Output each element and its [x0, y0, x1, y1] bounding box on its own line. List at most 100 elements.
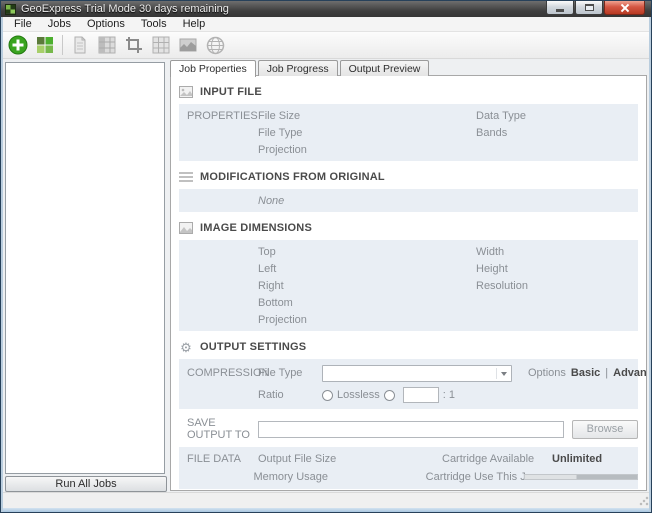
field-label: File Type: [258, 367, 322, 379]
lossless-radio[interactable]: [322, 390, 333, 401]
basic-options-link[interactable]: Basic: [571, 367, 600, 379]
content-area: Job Properties Job Progress Output Previ…: [170, 60, 647, 492]
file-type-select[interactable]: [322, 365, 512, 382]
output-path-input[interactable]: [258, 421, 564, 438]
property-row: None: [179, 192, 638, 209]
modifications-value: None: [258, 195, 476, 207]
layers-icon: [98, 36, 116, 54]
property-row: File Type Bands: [179, 124, 638, 141]
window-title: GeoExpress Trial Mode 30 days remaining: [21, 3, 229, 15]
chevron-down-icon: [501, 372, 507, 376]
property-row: PROPERTIES File Size Data Type: [179, 107, 638, 124]
field-label: Memory Usage: [253, 471, 425, 483]
image-icon: [179, 36, 197, 54]
resize-grip[interactable]: [639, 496, 649, 506]
modifications-list-icon: [179, 171, 193, 184]
minimize-icon: [556, 9, 564, 12]
field-label: Left: [258, 263, 476, 275]
crop-button[interactable]: [122, 33, 146, 57]
add-job-icon: [8, 35, 28, 55]
field-label: Top: [258, 246, 476, 258]
field-label: Cartridge Available: [442, 453, 538, 465]
toolbar-separator: [62, 35, 63, 55]
property-row: Projection: [179, 141, 638, 158]
field-label: Width: [476, 246, 638, 258]
maximize-icon: [585, 4, 594, 11]
ratio-controls: Lossless : 1: [322, 387, 638, 403]
window-right-edge: [649, 17, 651, 512]
field-label: Height: [476, 263, 638, 275]
group-label: FILE DATA: [179, 453, 258, 465]
menu-help[interactable]: Help: [175, 17, 214, 32]
output-settings-header: ⚙ OUTPUT SETTINGS: [179, 339, 638, 355]
field-label: Cartridge Use This J: [426, 471, 522, 483]
menu-file[interactable]: File: [6, 17, 40, 32]
tab-output-preview[interactable]: Output Preview: [340, 60, 430, 76]
run-all-jobs-button[interactable]: Run All Jobs: [5, 476, 167, 492]
status-bar: [1, 492, 651, 508]
field-label: File Size: [258, 110, 476, 122]
file-data-block: FILE DATA Output File Size Cartridge Ava…: [179, 447, 638, 489]
file-data-row: Memory Usage Cartridge Use This J: [179, 468, 638, 486]
add-job-button[interactable]: [6, 33, 30, 57]
section-title: OUTPUT SETTINGS: [200, 341, 306, 353]
field-label: Data Type: [476, 110, 638, 122]
group-label: COMPRESSION: [179, 367, 258, 379]
image-dimensions-picture-icon: [179, 222, 193, 235]
options-links: Options Basic | Advanced: [518, 367, 647, 379]
document-icon: [71, 36, 89, 54]
window-bottom-edge: [1, 508, 651, 512]
field-label: File Type: [258, 127, 476, 139]
group-label: PROPERTIES: [179, 110, 258, 122]
field-label: Resolution: [476, 280, 638, 292]
compression-file-type-row: COMPRESSION File Type Options Basic | Ad…: [179, 362, 638, 384]
tab-bar: Job Properties Job Progress Output Previ…: [170, 60, 647, 76]
options-label: Options: [528, 367, 566, 379]
minimize-button[interactable]: [546, 1, 574, 15]
mosaic-icon: [36, 36, 54, 54]
menu-jobs[interactable]: Jobs: [40, 17, 79, 32]
job-list-panel[interactable]: [5, 62, 165, 474]
close-button[interactable]: [604, 1, 645, 15]
field-label: Right: [258, 280, 476, 292]
cartridge-use-progress-bar: [524, 474, 638, 480]
mosaic-button[interactable]: [33, 33, 57, 57]
toolbar: [1, 32, 651, 59]
document-button[interactable]: [68, 33, 92, 57]
gear-icon: ⚙: [179, 341, 193, 354]
field-label: Bands: [476, 127, 638, 139]
menu-tools[interactable]: Tools: [133, 17, 175, 32]
image-button[interactable]: [176, 33, 200, 57]
browse-button[interactable]: Browse: [572, 420, 638, 439]
property-row: Right Resolution: [179, 277, 638, 294]
job-properties-panel: INPUT FILE PROPERTIES File Size Data Typ…: [170, 75, 647, 491]
select-divider: [496, 368, 497, 379]
crop-icon: [125, 36, 143, 54]
ratio-input[interactable]: [403, 387, 439, 403]
globe-button[interactable]: [203, 33, 227, 57]
modifications-block: None: [179, 189, 638, 212]
file-data-row: FILE DATA Output File Size Cartridge Ava…: [179, 450, 638, 468]
property-row: Bottom: [179, 294, 638, 311]
image-dimensions-block: Top Width Left Height Right Resolution: [179, 240, 638, 331]
menu-options[interactable]: Options: [79, 17, 133, 32]
tab-job-progress[interactable]: Job Progress: [258, 60, 338, 76]
section-title: INPUT FILE: [200, 86, 262, 98]
save-output-label: SAVE OUTPUT TO: [179, 417, 258, 441]
maximize-button[interactable]: [575, 1, 603, 15]
section-title: MODIFICATIONS FROM ORIGINAL: [200, 171, 385, 183]
advanced-options-link[interactable]: Advanced: [613, 367, 647, 379]
grid-icon: [152, 36, 170, 54]
grid-button[interactable]: [149, 33, 173, 57]
options-separator: |: [605, 367, 608, 379]
layers-button[interactable]: [95, 33, 119, 57]
field-label: Bottom: [258, 297, 476, 309]
menu-bar: File Jobs Options Tools Help: [1, 17, 651, 32]
window-left-edge: [1, 17, 3, 512]
ratio-radio[interactable]: [384, 390, 395, 401]
property-row: Projection: [179, 311, 638, 328]
app-window: GeoExpress Trial Mode 30 days remaining …: [0, 0, 652, 513]
tab-job-properties[interactable]: Job Properties: [170, 60, 256, 77]
compression-block: COMPRESSION File Type Options Basic | Ad…: [179, 359, 638, 409]
main-area: Run All Jobs Job Properties Job Progress…: [1, 60, 651, 492]
